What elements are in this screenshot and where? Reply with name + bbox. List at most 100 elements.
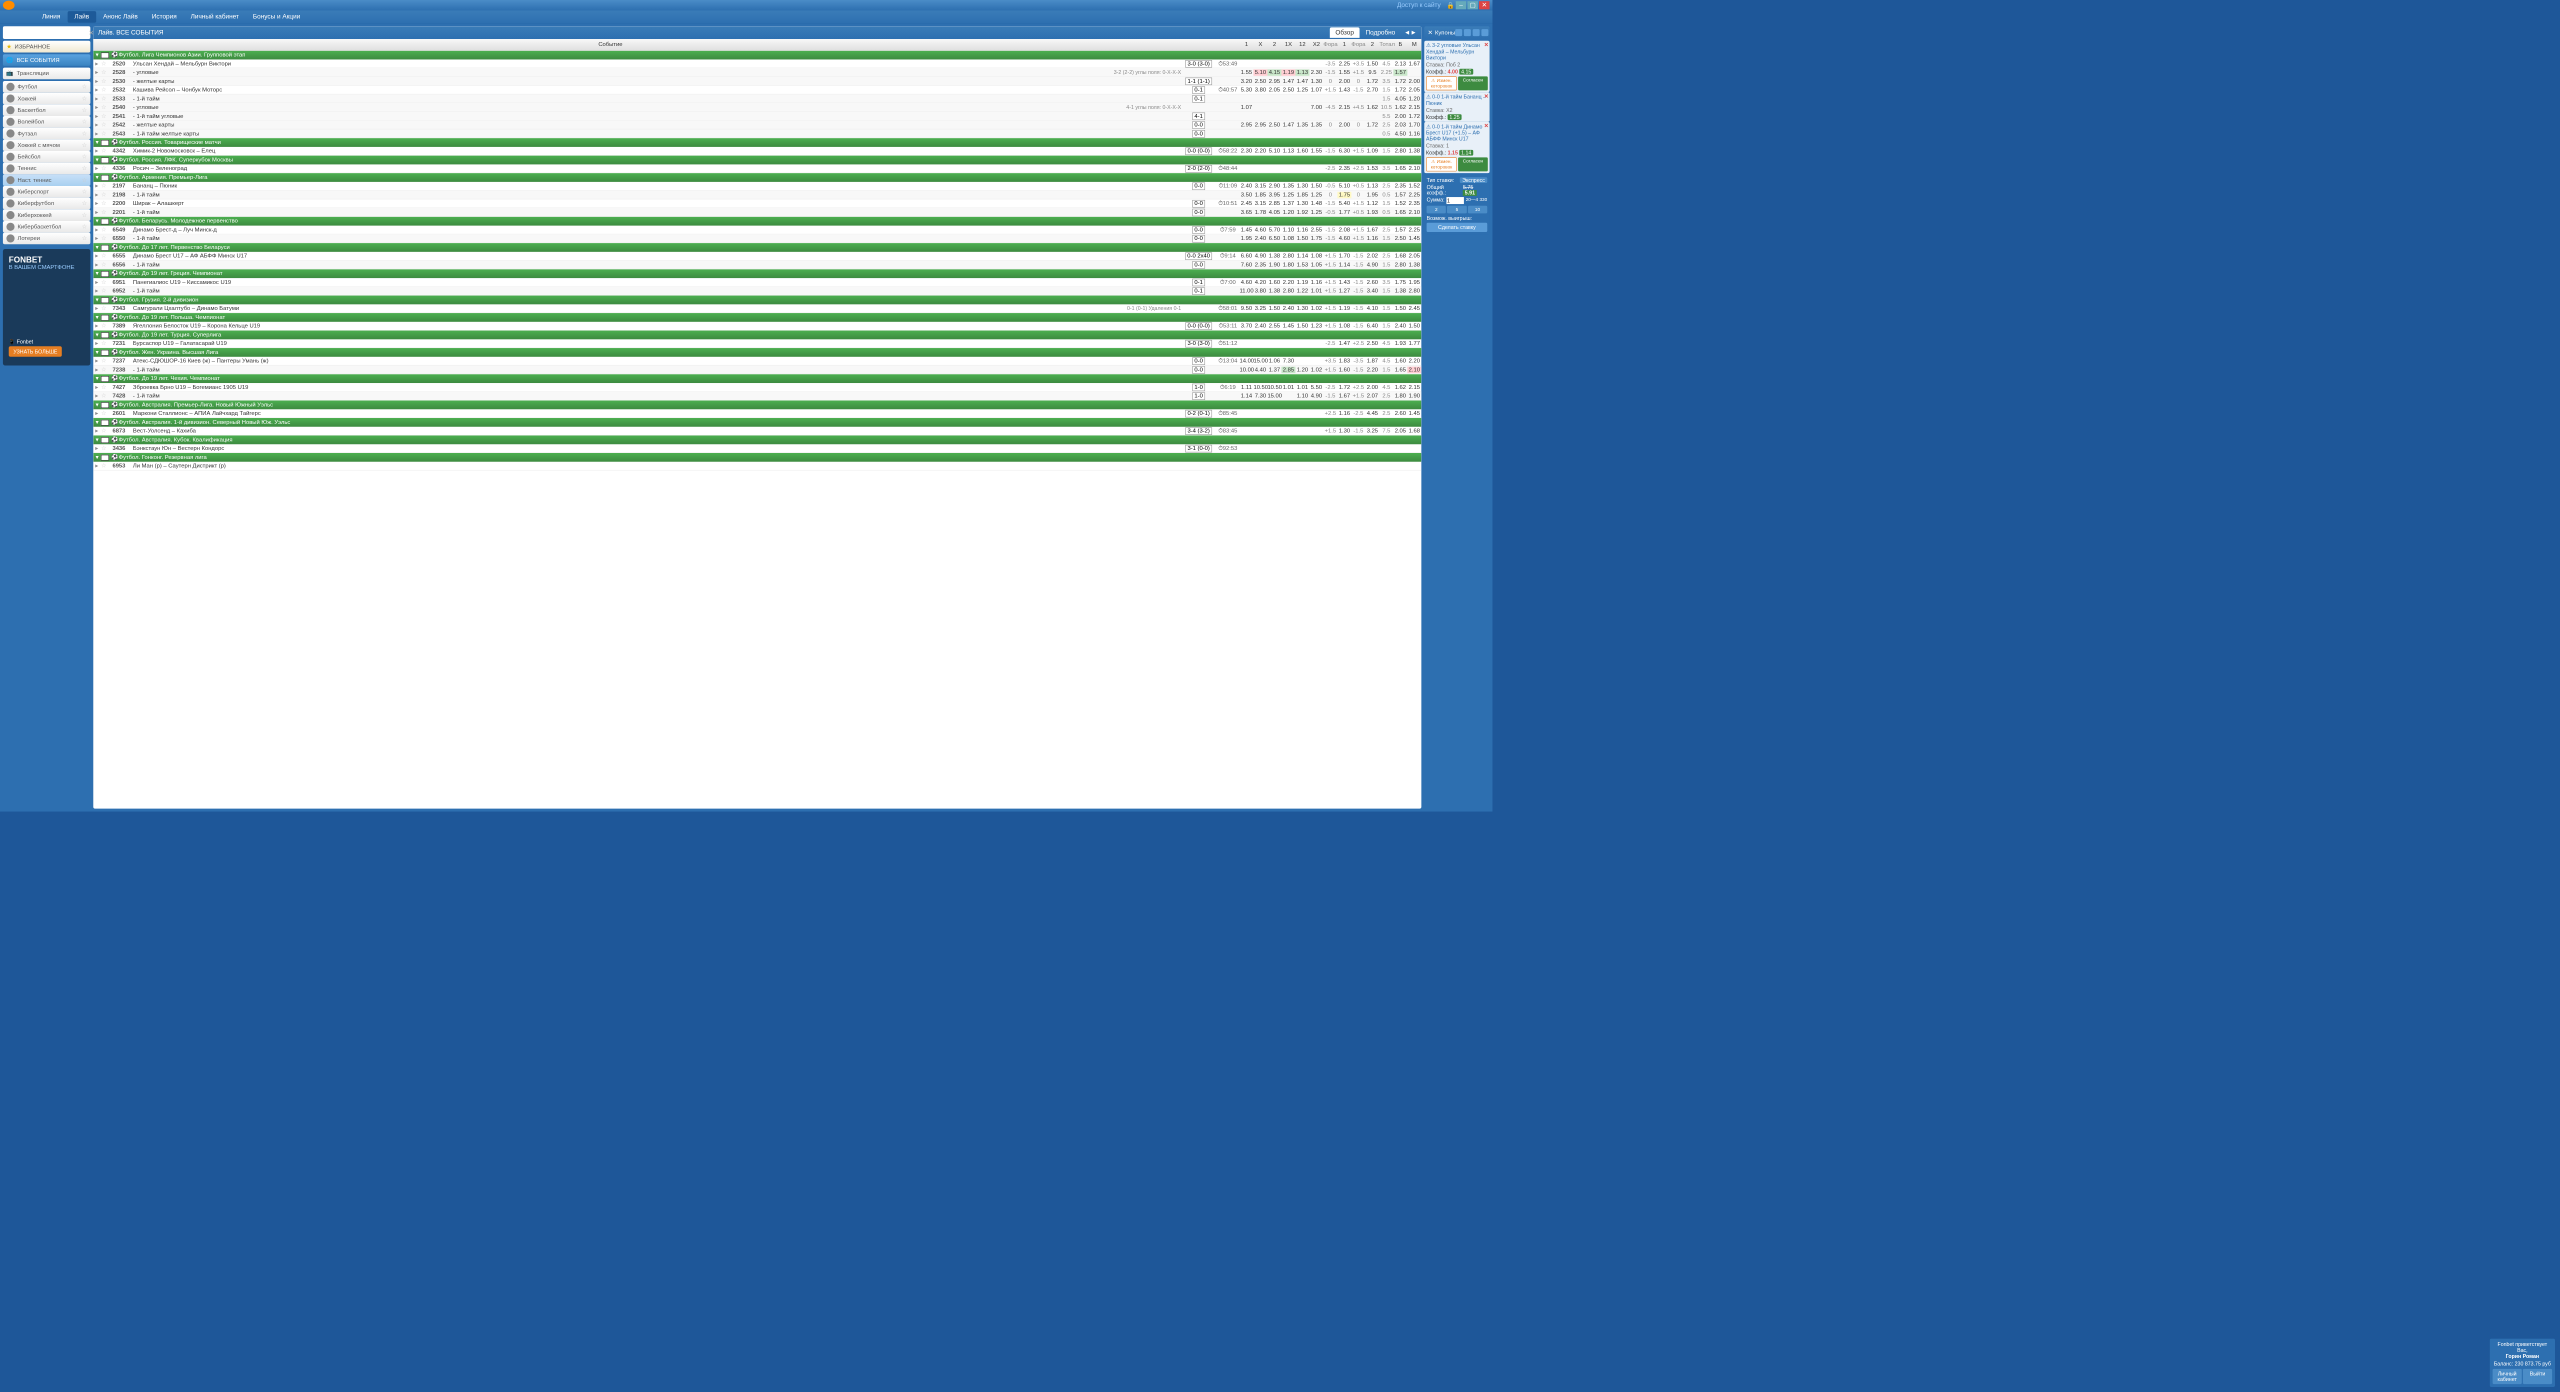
fav-icon[interactable]: ☆: [100, 209, 107, 215]
odds-cell[interactable]: 1.72: [1393, 78, 1407, 84]
odds-cell[interactable]: 4.60: [1337, 235, 1351, 241]
odds-cell[interactable]: 2.10: [1407, 165, 1421, 171]
expand-icon[interactable]: ▸: [93, 366, 100, 372]
odds-cell[interactable]: 3.80: [1253, 288, 1267, 294]
tab-overview[interactable]: Обзор: [1330, 27, 1360, 37]
odds-cell[interactable]: 4.20: [1253, 279, 1267, 285]
remove-bet-icon[interactable]: ✕: [1484, 123, 1488, 129]
expand-icon[interactable]: ▾: [96, 419, 99, 425]
odds-cell[interactable]: 9.50: [1239, 305, 1253, 311]
odds-cell[interactable]: 6.40: [1365, 323, 1379, 329]
odds-cell[interactable]: 4.05: [1393, 95, 1407, 101]
odds-cell[interactable]: 1.01: [1295, 384, 1309, 390]
league-header[interactable]: ▾⚽ Футбол. До 17 лет. Первенство Беларус…: [93, 243, 1421, 252]
expand-icon[interactable]: ▸: [93, 463, 100, 469]
expand-icon[interactable]: ▾: [96, 157, 99, 163]
col-header[interactable]: X: [1253, 41, 1267, 47]
sidebar-sport-item[interactable]: Хоккей с мячом☆: [3, 139, 90, 151]
odds-cell[interactable]: 2.13: [1393, 60, 1407, 66]
event-row[interactable]: ▸☆2520Ульсан Хендай – Мельбурн Виктори3-…: [93, 59, 1421, 68]
odds-cell[interactable]: 2.20: [1407, 358, 1421, 364]
event-row[interactable]: ▸☆6550- 1-й тайм0-01.952.406.501.081.501…: [93, 234, 1421, 243]
odds-cell[interactable]: 3.25: [1365, 428, 1379, 434]
sidebar-all-events[interactable]: 🌐 ВСЕ СОБЫТИЯ: [3, 54, 90, 66]
odds-cell[interactable]: 1.72: [1337, 384, 1351, 390]
fav-icon[interactable]: ☆: [100, 366, 107, 372]
event-row[interactable]: ▸☆7389Ягеллония Белосток U19 – Корона Ке…: [93, 322, 1421, 331]
col-header[interactable]: 1: [1337, 41, 1351, 47]
sidebar-sport-item[interactable]: Бейсбол☆: [3, 151, 90, 163]
odds-cell[interactable]: 2.55: [1309, 226, 1323, 232]
league-header[interactable]: ▾⚽ Футбол. До 19 лет. Польша. Чемпионат: [93, 313, 1421, 322]
league-header[interactable]: ▾⚽ Футбол. Австралия. 1-й дивизион. Севе…: [93, 418, 1421, 427]
odds-cell[interactable]: 1.19: [1295, 279, 1309, 285]
odds-cell[interactable]: 1.95: [1407, 279, 1421, 285]
fav-icon[interactable]: ☆: [100, 410, 107, 416]
odds-cell[interactable]: 1.02: [1309, 366, 1323, 372]
odds-cell[interactable]: 1.16: [1295, 226, 1309, 232]
odds-cell[interactable]: 1.25: [1281, 192, 1295, 198]
odds-cell[interactable]: 2.05: [1407, 87, 1421, 93]
expand-icon[interactable]: ▸: [93, 261, 100, 267]
odds-cell[interactable]: 1.27: [1337, 288, 1351, 294]
col-header[interactable]: Фора: [1351, 41, 1365, 47]
event-row[interactable]: ▸☆2540- угловые4-1 углы поля: 0-X-X-X1.0…: [93, 103, 1421, 112]
league-header[interactable]: ▾⚽ Футбол. Беларусь. Молодежное первенст…: [93, 217, 1421, 226]
odds-cell[interactable]: 1.53: [1365, 165, 1379, 171]
odds-cell[interactable]: 1.30: [1309, 78, 1323, 84]
sidebar-sport-item[interactable]: Наст. теннис☆: [3, 174, 90, 186]
odds-cell[interactable]: 1.67: [1337, 393, 1351, 399]
site-access-link[interactable]: Доступ к сайту: [1397, 2, 1441, 9]
odds-cell[interactable]: 1.01: [1281, 384, 1295, 390]
event-row[interactable]: ▸☆2601Маркони Сталлионс – АПИА Лайчхард …: [93, 409, 1421, 418]
odds-cell[interactable]: 5.30: [1239, 87, 1253, 93]
odds-cell[interactable]: 3.95: [1267, 192, 1281, 198]
odds-cell[interactable]: 1.83: [1337, 358, 1351, 364]
odds-cell[interactable]: 2.25: [1407, 226, 1421, 232]
odds-cell[interactable]: 6.60: [1239, 253, 1253, 259]
odds-cell[interactable]: 2.40: [1239, 183, 1253, 189]
expand-icon[interactable]: ▸: [93, 122, 100, 128]
event-row[interactable]: ▸☆6873Вест-Уолсенд – Кахиба3-4 (3-2)⏱83:…: [93, 427, 1421, 436]
expand-icon[interactable]: ▸: [93, 200, 100, 206]
odds-cell[interactable]: 1.30: [1295, 305, 1309, 311]
odds-cell[interactable]: 1.70: [1337, 253, 1351, 259]
expand-icon[interactable]: ▸: [93, 95, 100, 101]
menu-история[interactable]: История: [145, 11, 184, 23]
odds-cell[interactable]: 2.00: [1337, 122, 1351, 128]
odds-cell[interactable]: 5.10: [1337, 183, 1351, 189]
event-row[interactable]: ▸☆2528- угловые3-2 (2-2) углы поля: 0-X-…: [93, 68, 1421, 77]
fav-icon[interactable]: ☆: [100, 104, 107, 110]
fav-icon[interactable]: ☆: [100, 235, 107, 241]
expand-icon[interactable]: ▸: [93, 393, 100, 399]
odds-cell[interactable]: 1.60: [1393, 358, 1407, 364]
odds-cell[interactable]: 10.50: [1253, 384, 1267, 390]
menu-анонс лайв[interactable]: Анонс Лайв: [96, 11, 145, 23]
nav-right-icon[interactable]: ►: [1410, 29, 1416, 36]
odds-cell[interactable]: 14.00: [1239, 358, 1253, 364]
odds-cell[interactable]: 15.00: [1253, 358, 1267, 364]
odds-cell[interactable]: 1.14: [1239, 393, 1253, 399]
place-bet-button[interactable]: Сделать ставку: [1427, 223, 1488, 232]
odds-cell[interactable]: 7.00: [1309, 104, 1323, 110]
odds-cell[interactable]: 2.70: [1365, 87, 1379, 93]
odds-cell[interactable]: 2.40: [1253, 235, 1267, 241]
odds-cell[interactable]: 4.60: [1253, 226, 1267, 232]
odds-cell[interactable]: 1.47: [1281, 122, 1295, 128]
odds-cell[interactable]: 1.62: [1365, 104, 1379, 110]
odds-cell[interactable]: 1.68: [1407, 428, 1421, 434]
expand-icon[interactable]: ▸: [93, 305, 100, 311]
odds-cell[interactable]: 2.35: [1407, 200, 1421, 206]
league-header[interactable]: ▾⚽ Футбол. Австралия. Кубок. Квалификаци…: [93, 436, 1421, 445]
odds-cell[interactable]: 2.60: [1365, 279, 1379, 285]
odds-cell[interactable]: 1.50: [1365, 60, 1379, 66]
odds-cell[interactable]: 1.09: [1365, 148, 1379, 154]
coupon-tool-icon[interactable]: [1455, 29, 1462, 36]
expand-icon[interactable]: ▾: [96, 314, 99, 320]
odds-cell[interactable]: 1.72: [1365, 78, 1379, 84]
odds-cell[interactable]: 1.77: [1407, 340, 1421, 346]
odds-cell[interactable]: 5.10: [1267, 148, 1281, 154]
odds-cell[interactable]: 1.72: [1393, 87, 1407, 93]
odds-cell[interactable]: 1.90: [1267, 261, 1281, 267]
expand-icon[interactable]: ▸: [93, 104, 100, 110]
